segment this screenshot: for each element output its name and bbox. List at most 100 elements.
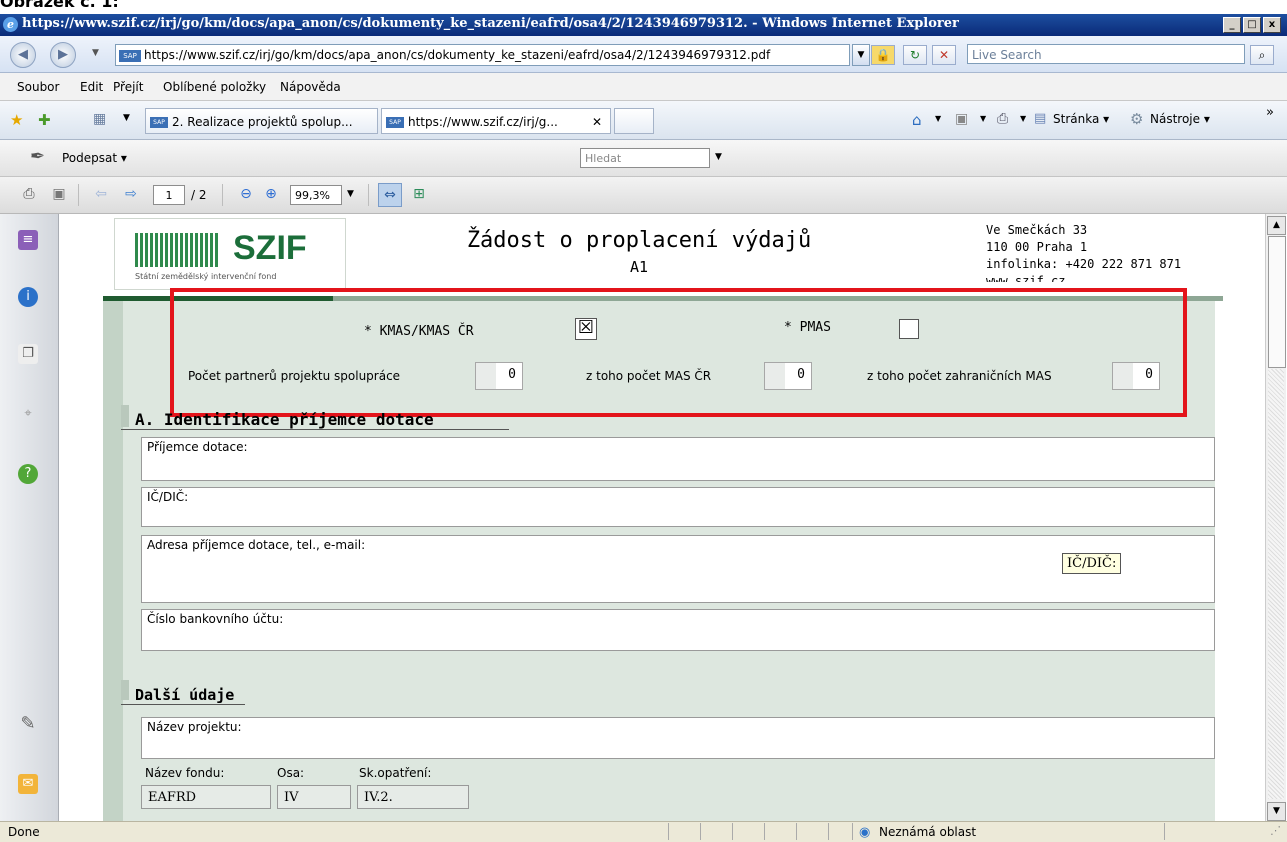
zone-pane: ◉ Neznámá oblast <box>852 823 1161 840</box>
home-dropdown-icon: ▼ <box>935 114 942 123</box>
vertical-scrollbar[interactable]: ▲ ▼ <box>1265 214 1286 821</box>
maximize-button[interactable]: □ <box>1243 17 1261 33</box>
status-pane <box>700 823 731 840</box>
status-pane <box>796 823 827 840</box>
pdf-toolbar-sign: ✒ Podepsat ▾ Hledat ▼ <box>0 140 1287 177</box>
menu-bar: Soubor Edit Přejít Oblíbené položky Nápo… <box>0 73 1287 101</box>
attachments-pages-icon[interactable]: ❐ <box>18 344 38 364</box>
menu-napoveda[interactable]: Nápověda <box>280 80 341 94</box>
home-icon[interactable]: ⌂ <box>912 111 922 129</box>
menu-oblibene[interactable]: Oblíbené položky <box>163 80 266 94</box>
history-dropdown-icon[interactable]: ▼ <box>92 48 99 58</box>
refresh-icon[interactable]: ↻ <box>903 45 927 65</box>
globe-icon: ◉ <box>859 825 871 840</box>
feeds-icon[interactable]: ▣ <box>955 111 968 127</box>
document-title: Žádost o proplacení výdajů <box>466 228 812 253</box>
zoom-out-icon[interactable]: ⊖ <box>235 183 257 205</box>
zoom-input[interactable]: 99,3% <box>290 185 342 205</box>
tab-szif-pdf[interactable]: SAP https://www.szif.cz/irj/g... ✕ <box>381 108 611 134</box>
pdf-search-dropdown-icon[interactable]: ▼ <box>715 152 722 162</box>
page-number-input[interactable]: 1 <box>153 185 185 205</box>
scroll-thumb[interactable] <box>1268 236 1286 368</box>
project-name-field[interactable]: Název projektu: <box>141 717 1215 759</box>
status-pane <box>764 823 795 840</box>
address-contact-field[interactable]: Adresa příjemce dotace, tel., e-mail: <box>141 535 1215 603</box>
measure-value: IV.2. <box>357 785 469 809</box>
quick-tabs-icon[interactable]: ▦ <box>93 111 106 127</box>
ico-dic-field[interactable]: IČ/DIČ: <box>141 487 1215 527</box>
sap-favicon-icon: SAP <box>119 49 141 62</box>
page-menu[interactable]: Stránka ▾ <box>1053 112 1109 126</box>
page-icon: ▤ <box>1034 111 1047 126</box>
tab-bar: ★ ✚ ▦ ▼ SAP 2. Realizace projektů spolup.… <box>0 101 1287 140</box>
info-icon[interactable]: i <box>18 287 38 307</box>
close-tab-icon[interactable]: ✕ <box>592 109 602 133</box>
search-icon[interactable]: ⌕ <box>1250 45 1274 65</box>
scroll-down-icon[interactable]: ▼ <box>1267 802 1286 821</box>
binoculars-icon[interactable]: ⌖ <box>18 404 38 424</box>
menu-edit[interactable]: Edit <box>80 80 103 94</box>
figure-caption: Obrázek č. 1: <box>0 0 119 11</box>
recipient-field[interactable]: Příjemce dotace: <box>141 437 1215 481</box>
bank-account-field[interactable]: Číslo bankovního účtu: <box>141 609 1215 651</box>
zoom-in-icon[interactable]: ⊕ <box>260 183 282 205</box>
forward-icon[interactable]: ▶ <box>50 42 76 68</box>
address-dropdown-icon[interactable]: ▼ <box>852 44 870 66</box>
fit-page-icon[interactable]: ⊞ <box>408 183 430 205</box>
new-tab-button[interactable] <box>614 108 654 134</box>
zoom-dropdown-icon[interactable]: ▼ <box>347 189 354 199</box>
pdf-toolbar-nav: ⎙ ▣ ⇦ ⇨ 1 / 2 ⊖ ⊕ 99,3% ▼ ⇔ ⊞ <box>0 177 1287 214</box>
measure-label: Sk.opatření: <box>359 766 432 780</box>
section-other-marker <box>121 680 129 700</box>
status-pane <box>668 823 699 840</box>
section-other-heading: Další údaje <box>135 686 235 704</box>
add-favorite-icon[interactable]: ✚ <box>38 111 51 129</box>
pdf-navigation-sidebar: ≡ i ❐ ⌖ ? ✎ ✉ <box>0 214 59 821</box>
ie-icon: e <box>3 17 18 32</box>
scroll-track <box>1268 369 1284 799</box>
section-a-heading: A. Identifikace příjemce dotace <box>135 410 434 429</box>
sign-menu[interactable]: Podepsat ▾ <box>62 151 127 165</box>
comments-icon[interactable]: ✉ <box>18 774 38 794</box>
menu-prejit[interactable]: Přejít <box>113 80 143 94</box>
pdf-search-input[interactable]: Hledat <box>580 148 710 168</box>
pen-icon: ✒ <box>30 146 46 167</box>
back-icon[interactable]: ◀ <box>10 42 36 68</box>
form-left-strip <box>103 301 123 821</box>
resize-grip-icon[interactable]: ⋰ <box>1270 824 1281 837</box>
next-page-icon[interactable]: ⇨ <box>120 183 142 205</box>
help-icon[interactable]: ? <box>18 464 38 484</box>
scroll-up-icon[interactable]: ▲ <box>1267 216 1286 235</box>
print-icon[interactable]: ⎙ <box>18 183 40 205</box>
window-titlebar: e https://www.szif.cz/irj/go/km/docs/apa… <box>0 14 1287 36</box>
close-button[interactable]: x <box>1263 17 1281 33</box>
more-commands-icon[interactable]: » <box>1266 105 1274 120</box>
address-bar-row: ◀ ▶ ▼ SAP https://www.szif.cz/irj/go/km/d… <box>0 36 1287 73</box>
menu-soubor[interactable]: Soubor <box>17 80 59 94</box>
tab-realizace[interactable]: SAP 2. Realizace projektů spolup... <box>145 108 378 134</box>
status-text: Done <box>8 825 40 839</box>
favorites-star-icon[interactable]: ★ <box>10 111 23 129</box>
stop-icon[interactable]: ✕ <box>932 45 956 65</box>
prev-page-icon[interactable]: ⇦ <box>90 183 112 205</box>
section-other-underline <box>121 704 245 705</box>
pages-panel-icon[interactable]: ≡ <box>18 230 38 250</box>
save-disk-icon[interactable]: ▣ <box>48 183 70 205</box>
tools-gear-icon: ⚙ <box>1130 110 1144 128</box>
paperclip-icon[interactable]: ✎ <box>18 714 38 734</box>
status-pane <box>828 823 851 840</box>
page-total: / 2 <box>191 188 207 202</box>
print-icon[interactable]: ⎙ <box>997 111 1008 127</box>
lock-icon[interactable]: 🔒 <box>871 45 895 65</box>
fund-value: EAFRD <box>141 785 271 809</box>
tab-list-icon[interactable]: ▼ <box>123 113 130 123</box>
document-subtitle: A1 <box>629 258 649 276</box>
fit-width-icon[interactable]: ⇔ <box>378 183 402 207</box>
tools-menu[interactable]: Nástroje ▾ <box>1150 112 1210 126</box>
zoom-pane <box>1164 823 1265 840</box>
minimize-button[interactable]: _ <box>1223 17 1241 33</box>
address-input[interactable]: SAP https://www.szif.cz/irj/go/km/docs/ap… <box>115 44 850 66</box>
office-address: Ve Smečkách 33 110 00 Praha 1 infolinka:… <box>986 223 1182 282</box>
sap-favicon-icon: SAP <box>150 117 168 128</box>
live-search-input[interactable]: Live Search <box>967 44 1245 64</box>
